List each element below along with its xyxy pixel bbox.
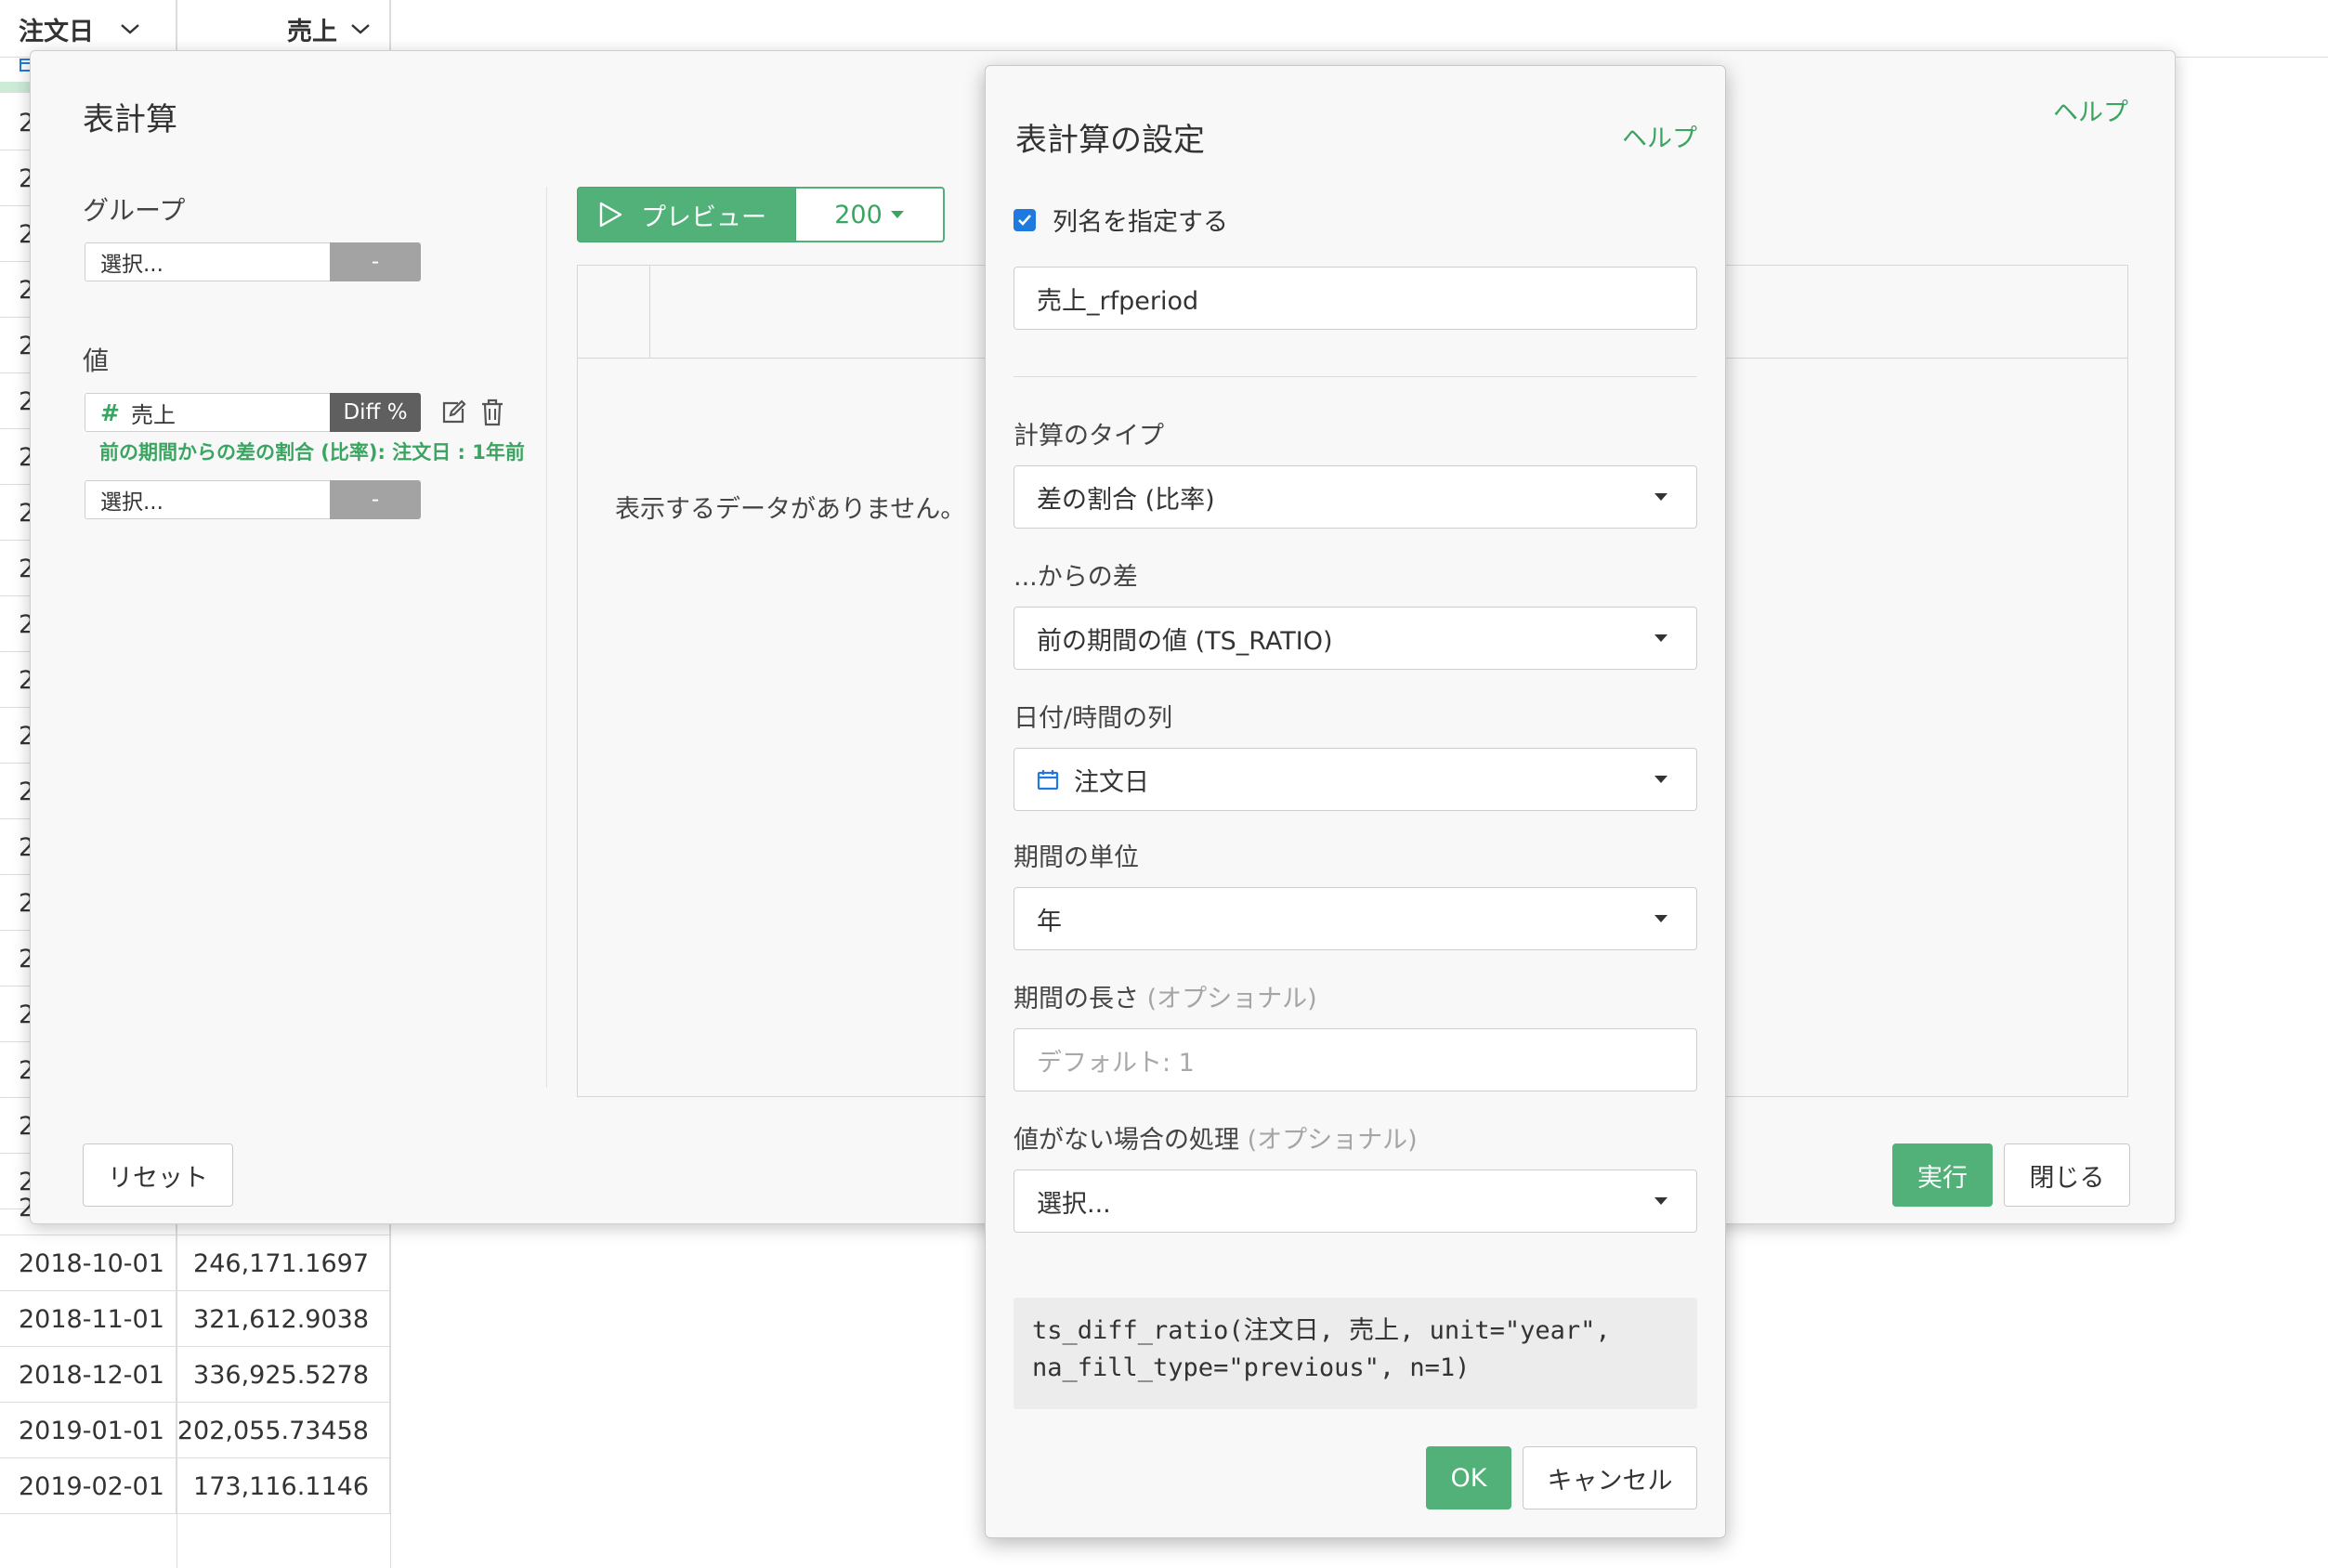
order-date-cell: 2019-01-01 — [0, 1403, 177, 1458]
value-select-row: 選択... - — [85, 480, 421, 519]
specify-column-name-checkbox-row[interactable]: 列名を指定する — [1014, 202, 1228, 238]
calc-type-badge[interactable]: Diff % — [330, 393, 421, 432]
period-unit-value: 年 — [1037, 907, 1062, 936]
preview-row-count: 200 — [834, 200, 883, 229]
caret-down-icon — [890, 210, 905, 219]
column-header-label: 売上 — [287, 17, 337, 46]
table-row: 2019-01-01 202,055.73458 — [0, 1403, 390, 1458]
preview-controls: プレビュー 200 — [577, 187, 945, 242]
help-link[interactable]: ヘルプ — [2053, 92, 2128, 128]
optional-tag: (オプショナル) — [1146, 985, 1317, 1013]
edit-icon[interactable] — [439, 399, 467, 426]
value-select[interactable]: 選択... — [85, 480, 330, 519]
sales-cell: 246,171.1697 — [177, 1235, 390, 1291]
value-label: 値 — [83, 346, 110, 376]
specify-column-name-checkbox[interactable] — [1014, 208, 1036, 231]
na-handling-select[interactable]: 選択... — [1014, 1169, 1697, 1233]
date-column-select[interactable]: 注文日 — [1014, 748, 1697, 811]
calculation-settings-dialog: 表計算の設定 ヘルプ 列名を指定する 売上_rfperiod 計算のタイプ 差の… — [985, 65, 1726, 1538]
order-date-cell: 2018-10-01 — [0, 1235, 177, 1291]
calc-type-value: 差の割合 (比率) — [1037, 485, 1215, 515]
na-handling-label-text: 値がない場合の処理 — [1014, 1126, 1239, 1155]
settings-divider — [1014, 376, 1697, 377]
preview-button-label: プレビュー — [641, 203, 766, 232]
group-label: グループ — [83, 195, 186, 226]
table-row: 2018-12-01 336,925.5278 — [0, 1347, 390, 1403]
period-unit-select[interactable]: 年 — [1014, 887, 1697, 950]
value-remove-button[interactable]: - — [330, 480, 421, 519]
date-column-label: 日付/時間の列 — [1014, 704, 1173, 733]
period-unit-label: 期間の単位 — [1014, 843, 1139, 872]
order-date-cell: 2019-02-01 — [0, 1458, 177, 1514]
play-icon — [598, 202, 622, 228]
optional-tag: (オプショナル) — [1247, 1126, 1418, 1155]
na-handling-value: 選択... — [1037, 1189, 1111, 1219]
specify-column-name-label: 列名を指定する — [1053, 208, 1228, 237]
preview-index-column — [578, 266, 650, 359]
value-field-label: 売上 — [130, 401, 176, 428]
sales-cell: 321,612.9038 — [177, 1291, 390, 1347]
caret-down-icon — [1654, 775, 1668, 784]
chevron-down-icon[interactable] — [350, 22, 371, 35]
period-length-label: 期間の長さ (オプショナル) — [1014, 978, 1317, 1014]
generated-code: ts_diff_ratio(注文日, 売上, unit="year", na_f… — [1014, 1298, 1697, 1409]
value-description: 前の期間からの差の割合 (比率): 注文日 : 1年前 — [99, 441, 525, 464]
diff-from-label: ...からの差 — [1014, 563, 1138, 592]
sales-cell: 336,925.5278 — [177, 1347, 390, 1403]
panel-divider — [546, 187, 547, 1088]
na-handling-label: 値がない場合の処理 (オプショナル) — [1014, 1119, 1418, 1156]
column-header-order-date[interactable]: 注文日 — [0, 0, 177, 58]
value-field[interactable]: # 売上 — [85, 393, 330, 432]
group-select[interactable]: 選択... — [85, 242, 330, 281]
column-header-label: 注文日 — [19, 17, 94, 46]
period-length-label-text: 期間の長さ — [1014, 985, 1139, 1013]
sales-cell: 202,055.73458 — [177, 1403, 390, 1458]
settings-help-link[interactable]: ヘルプ — [1622, 118, 1697, 154]
check-icon — [1017, 214, 1032, 227]
caret-down-icon — [1654, 914, 1668, 923]
sales-cell: 173,116.1146 — [177, 1458, 390, 1514]
column-name-input[interactable]: 売上_rfperiod — [1014, 267, 1697, 330]
period-length-input[interactable]: デフォルト: 1 — [1014, 1028, 1697, 1091]
preview-row-count-dropdown[interactable]: 200 — [796, 187, 945, 242]
trash-icon[interactable] — [480, 399, 504, 426]
diff-from-select[interactable]: 前の期間の値 (TS_RATIO) — [1014, 607, 1697, 670]
table-row: 2018-10-01 246,171.1697 — [0, 1235, 390, 1291]
run-button[interactable]: 実行 — [1892, 1143, 1993, 1207]
diff-from-value: 前の期間の値 (TS_RATIO) — [1037, 626, 1333, 656]
reset-button[interactable]: リセット — [83, 1143, 233, 1207]
number-type-icon: # — [100, 399, 120, 426]
value-item-row: # 売上 Diff % — [85, 393, 504, 432]
close-button[interactable]: 閉じる — [2004, 1143, 2130, 1207]
caret-down-icon — [1654, 634, 1668, 643]
column-header-sales[interactable]: 売上 — [177, 0, 390, 58]
chevron-down-icon[interactable] — [120, 22, 140, 35]
no-data-message: 表示するデータがありません。 — [615, 495, 966, 524]
caret-down-icon — [1654, 1196, 1668, 1206]
date-column-value: 注文日 — [1074, 767, 1149, 797]
cancel-button[interactable]: キャンセル — [1523, 1446, 1697, 1509]
calendar-icon — [1037, 768, 1059, 791]
calc-type-label: 計算のタイプ — [1014, 422, 1164, 451]
preview-button[interactable]: プレビュー — [577, 187, 796, 242]
table-row: 2018-11-01 321,612.9038 — [0, 1291, 390, 1347]
caret-down-icon — [1654, 492, 1668, 502]
calc-type-select[interactable]: 差の割合 (比率) — [1014, 465, 1697, 529]
order-date-cell: 2018-11-01 — [0, 1291, 177, 1347]
settings-title: 表計算の設定 — [1015, 122, 1205, 159]
table-row: 2019-02-01 173,116.1146 — [0, 1458, 390, 1514]
group-remove-button[interactable]: - — [330, 242, 421, 281]
dialog-title: 表計算 — [83, 101, 177, 138]
group-select-row: 選択... - — [85, 242, 421, 281]
ok-button[interactable]: OK — [1426, 1446, 1511, 1509]
order-date-cell: 2018-12-01 — [0, 1347, 177, 1403]
